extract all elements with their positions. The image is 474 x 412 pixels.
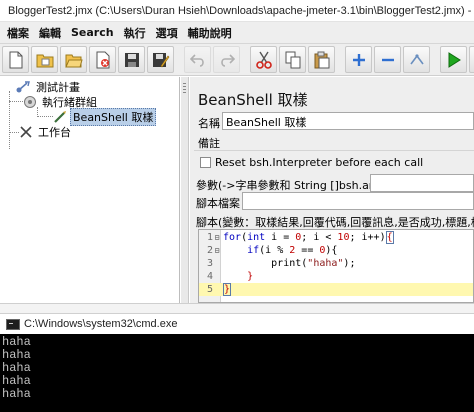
templates-button[interactable] xyxy=(31,46,58,73)
start-no-pause-button[interactable] xyxy=(469,46,474,73)
test-plan-icon xyxy=(16,81,30,93)
cmd-titlebar: C:\Windows\system32\cmd.exe xyxy=(0,313,474,334)
window-title: BloggerTest2.jmx (C:\Users\Duran Hsieh\D… xyxy=(8,4,474,17)
splitter-handle[interactable] xyxy=(181,77,189,303)
script-file-field[interactable] xyxy=(242,192,474,210)
reset-interpreter-label: Reset bsh.Interpreter before each call xyxy=(215,156,424,169)
code-line: 1 ⊟ for(int i = 0; i < 10; i++){ xyxy=(206,231,394,244)
comment-label: 備註 xyxy=(198,137,220,150)
thread-group-icon xyxy=(24,96,36,108)
close-button[interactable] xyxy=(89,46,116,73)
collapse-button[interactable] xyxy=(374,46,401,73)
console-line: haha xyxy=(2,335,31,349)
console-icon xyxy=(6,318,20,330)
script-editor[interactable]: 1 ⊟ for(int i = 0; i < 10; i++){ 2 ⊟ if(i %… xyxy=(198,229,474,303)
jmeter-bottom-edge xyxy=(0,303,474,313)
redo-button[interactable] xyxy=(213,46,240,73)
paste-icon xyxy=(314,51,329,68)
console-line: haha xyxy=(2,361,31,375)
menu-edit[interactable]: 編輯 xyxy=(34,25,66,41)
script-file-label: 腳本檔案 xyxy=(196,197,240,210)
menu-run[interactable]: 執行 xyxy=(119,25,151,41)
save-icon xyxy=(124,52,139,67)
save-as-icon xyxy=(152,52,169,67)
tree-item-beanshell-sampler[interactable]: BeanShell 取樣 xyxy=(53,108,157,126)
script-label: 腳本(變數：取樣結果,回覆代碼,回覆訊息,是否成功,標題,標 xyxy=(196,216,474,229)
new-button[interactable] xyxy=(2,46,29,73)
parameters-label: 參數(->字串參數和 String []bsh.args) xyxy=(196,179,391,192)
collapse-icon xyxy=(381,58,394,61)
start-icon xyxy=(448,51,461,68)
test-plan-tree: 測試計畫 執行緒群組 BeanShell 取樣 工作台 xyxy=(0,77,180,303)
redo-icon xyxy=(220,53,235,67)
save-button[interactable] xyxy=(118,46,145,73)
divider xyxy=(194,150,474,151)
templates-icon xyxy=(36,54,53,67)
code-line: 2 ⊟ if(i % 2 == 0){ xyxy=(206,245,338,256)
tree-item-label: 測試計畫 xyxy=(36,81,80,94)
copy-button[interactable] xyxy=(279,46,306,73)
tree-item-workbench[interactable]: 工作台 xyxy=(19,124,73,140)
copy-icon xyxy=(285,51,300,68)
paste-button[interactable] xyxy=(308,46,335,73)
toolbar xyxy=(0,44,474,76)
reset-interpreter-option[interactable]: Reset bsh.Interpreter before each call xyxy=(200,156,423,169)
console-output[interactable]: haha haha haha haha haha xyxy=(0,334,474,412)
console-line: haha xyxy=(2,348,31,362)
undo-button[interactable] xyxy=(184,46,211,73)
workbench-icon xyxy=(20,126,32,138)
menu-options[interactable]: 選項 xyxy=(151,25,183,41)
code-line: 3 print("haha"); xyxy=(206,258,356,269)
save-as-button[interactable] xyxy=(147,46,174,73)
toggle-button[interactable] xyxy=(403,46,430,73)
new-icon xyxy=(9,51,22,68)
undo-icon xyxy=(189,53,204,67)
reset-interpreter-checkbox[interactable] xyxy=(200,157,211,168)
tree-item-label: 工作台 xyxy=(38,126,71,139)
cmd-title: C:\Windows\system32\cmd.exe xyxy=(24,318,178,330)
beanshell-sampler-icon xyxy=(54,111,66,123)
close-icon xyxy=(96,51,109,68)
tree-item-test-plan[interactable]: 測試計畫 xyxy=(15,79,82,95)
cut-button[interactable] xyxy=(250,46,277,73)
expand-button[interactable] xyxy=(345,46,372,73)
menubar: 檔案 編輯 Search 執行 選項 輔助說明 xyxy=(0,22,474,44)
menu-file[interactable]: 檔案 xyxy=(2,25,34,41)
window-titlebar: BloggerTest2.jmx (C:\Users\Duran Hsieh\D… xyxy=(0,0,474,22)
sampler-panel: BeanShell 取樣 名稱 BeanShell 取樣 備註 Reset bs… xyxy=(190,77,474,303)
start-button[interactable] xyxy=(440,46,467,73)
menu-search[interactable]: Search xyxy=(66,26,119,39)
code-line-current: 5} xyxy=(199,283,473,296)
cut-icon xyxy=(255,51,272,69)
expand-icon xyxy=(352,53,365,66)
name-label: 名稱 xyxy=(198,117,220,130)
parameters-field[interactable] xyxy=(370,174,474,192)
console-line: haha xyxy=(2,387,31,401)
open-icon xyxy=(64,54,83,67)
menu-help[interactable]: 輔助說明 xyxy=(183,25,237,41)
toggle-icon xyxy=(409,53,424,64)
name-field[interactable]: BeanShell 取樣 xyxy=(222,112,474,130)
code-line: 4 } xyxy=(206,271,254,282)
tree-item-label: BeanShell 取樣 xyxy=(70,108,157,126)
open-button[interactable] xyxy=(60,46,87,73)
panel-title: BeanShell 取樣 xyxy=(198,91,308,109)
console-line: haha xyxy=(2,374,31,388)
